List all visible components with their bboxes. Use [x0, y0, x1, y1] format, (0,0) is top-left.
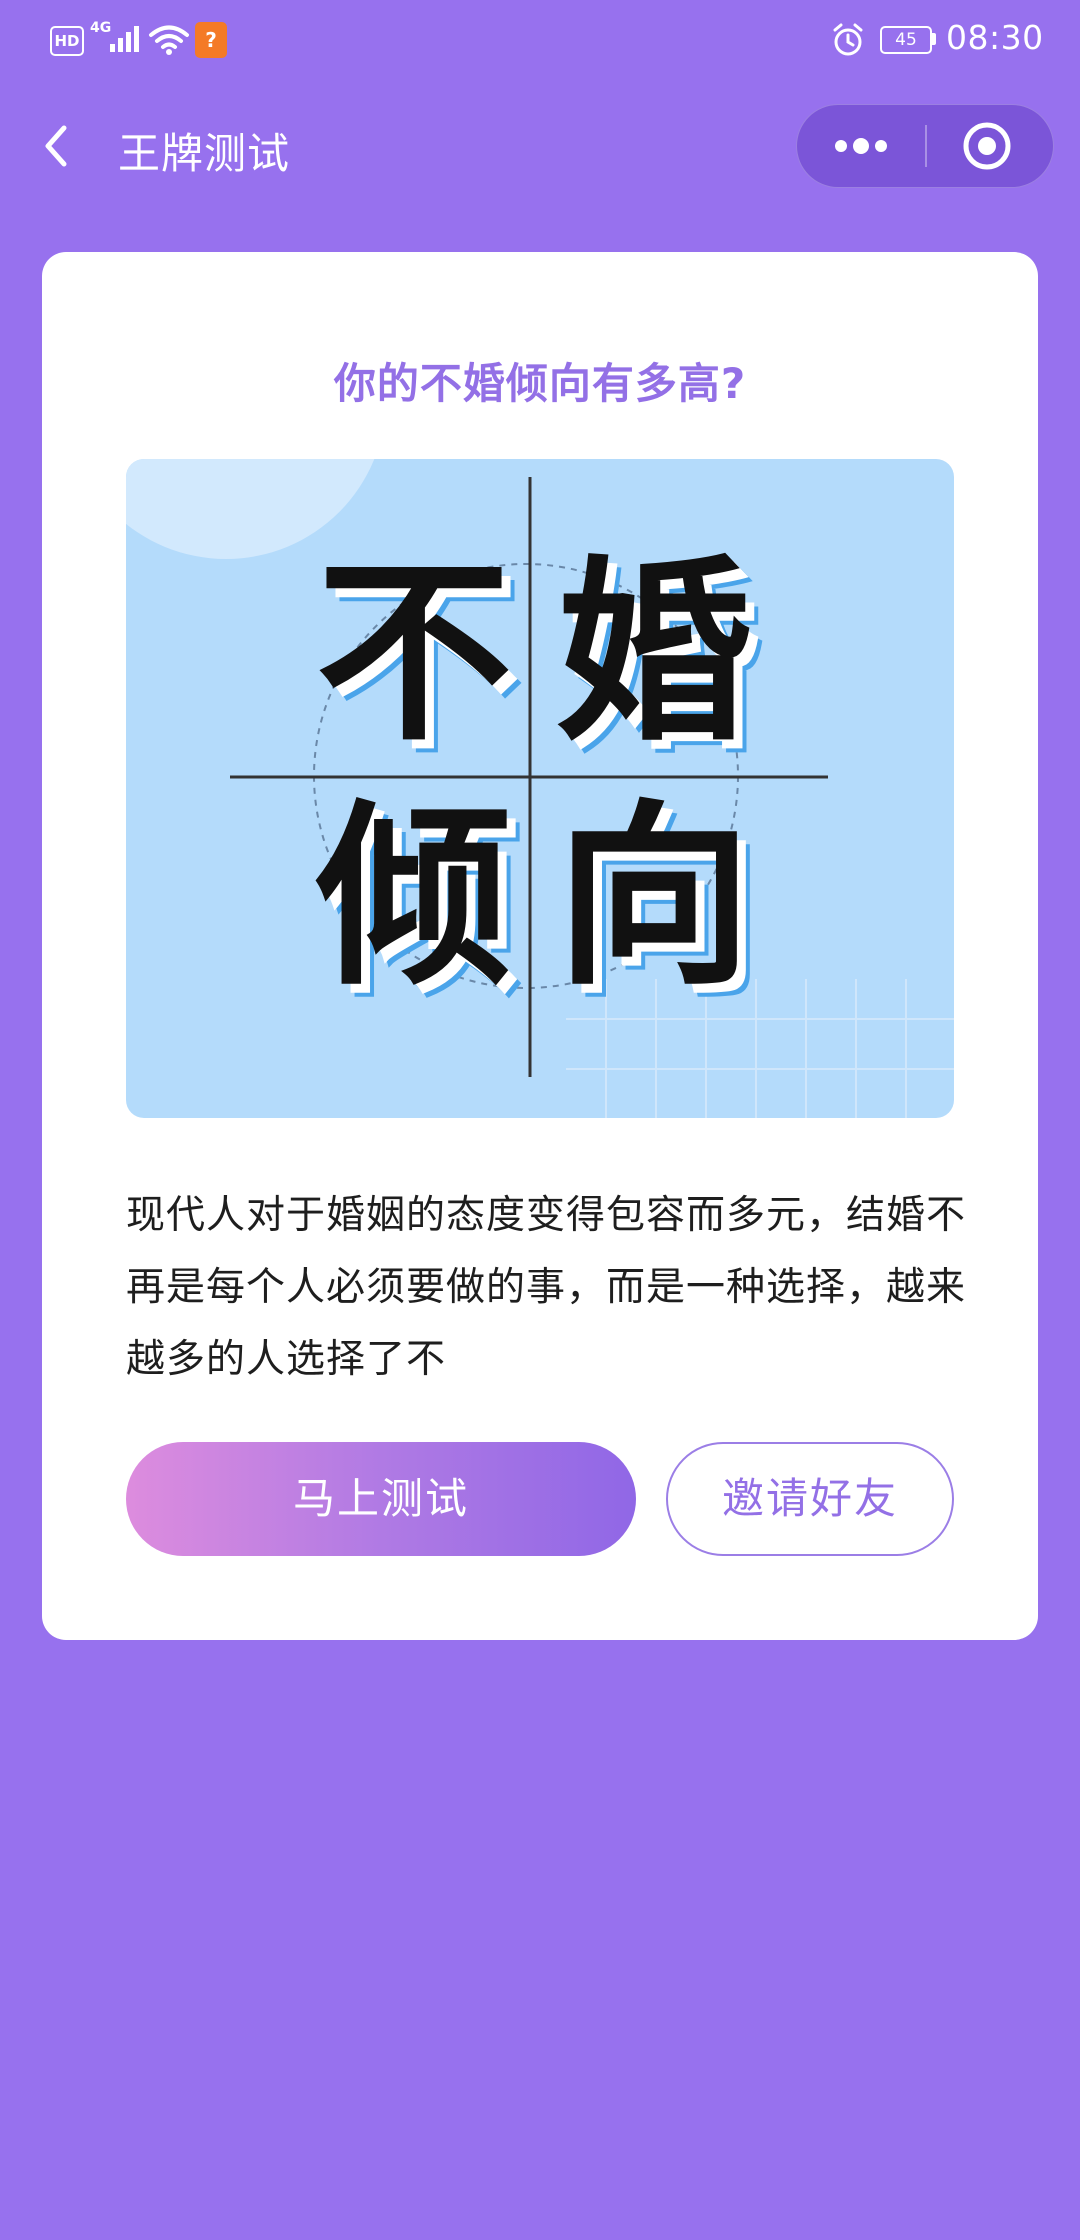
page-title: 王牌测试: [118, 129, 291, 178]
mini-program-capsule: [796, 104, 1054, 188]
quiz-cover-image[interactable]: 不 婚 倾 向: [126, 459, 954, 1118]
cover-char-4: 向: [556, 782, 753, 1012]
alarm-icon: [833, 23, 863, 56]
app-notification-icon: ?: [195, 22, 227, 58]
quiz-description: 现代人对于婚姻的态度变得包容而多元，结婚不再是每个人必须要做的事，而是一种选择，…: [126, 1193, 967, 1382]
battery-icon: 45: [880, 26, 932, 54]
target-close-icon: [963, 122, 1011, 170]
cover-decoration: [126, 459, 954, 1118]
hd-badge: HD: [50, 26, 84, 56]
wifi-icon: [149, 25, 189, 55]
battery-level: 45: [895, 30, 917, 50]
cover-char-3: 倾: [316, 782, 513, 1012]
close-mini-program-button[interactable]: [927, 105, 1053, 187]
more-button[interactable]: [797, 105, 925, 187]
start-test-button[interactable]: 马上测试: [126, 1442, 636, 1556]
quiz-title: 你的不婚倾向有多高?: [333, 359, 747, 408]
back-button[interactable]: [30, 108, 86, 184]
invite-friends-button[interactable]: 邀请好友: [666, 1442, 954, 1556]
chevron-left-icon: [45, 125, 67, 167]
signal-icon: [110, 26, 139, 52]
status-bar: HD 4G ? 45 08:30: [0, 0, 1080, 80]
status-clock: 08:30: [946, 18, 1044, 57]
cover-char-2: 婚: [556, 538, 753, 768]
more-dots-icon: [835, 138, 887, 154]
cover-char-1: 不: [316, 538, 513, 768]
battery-tip: [932, 33, 936, 45]
